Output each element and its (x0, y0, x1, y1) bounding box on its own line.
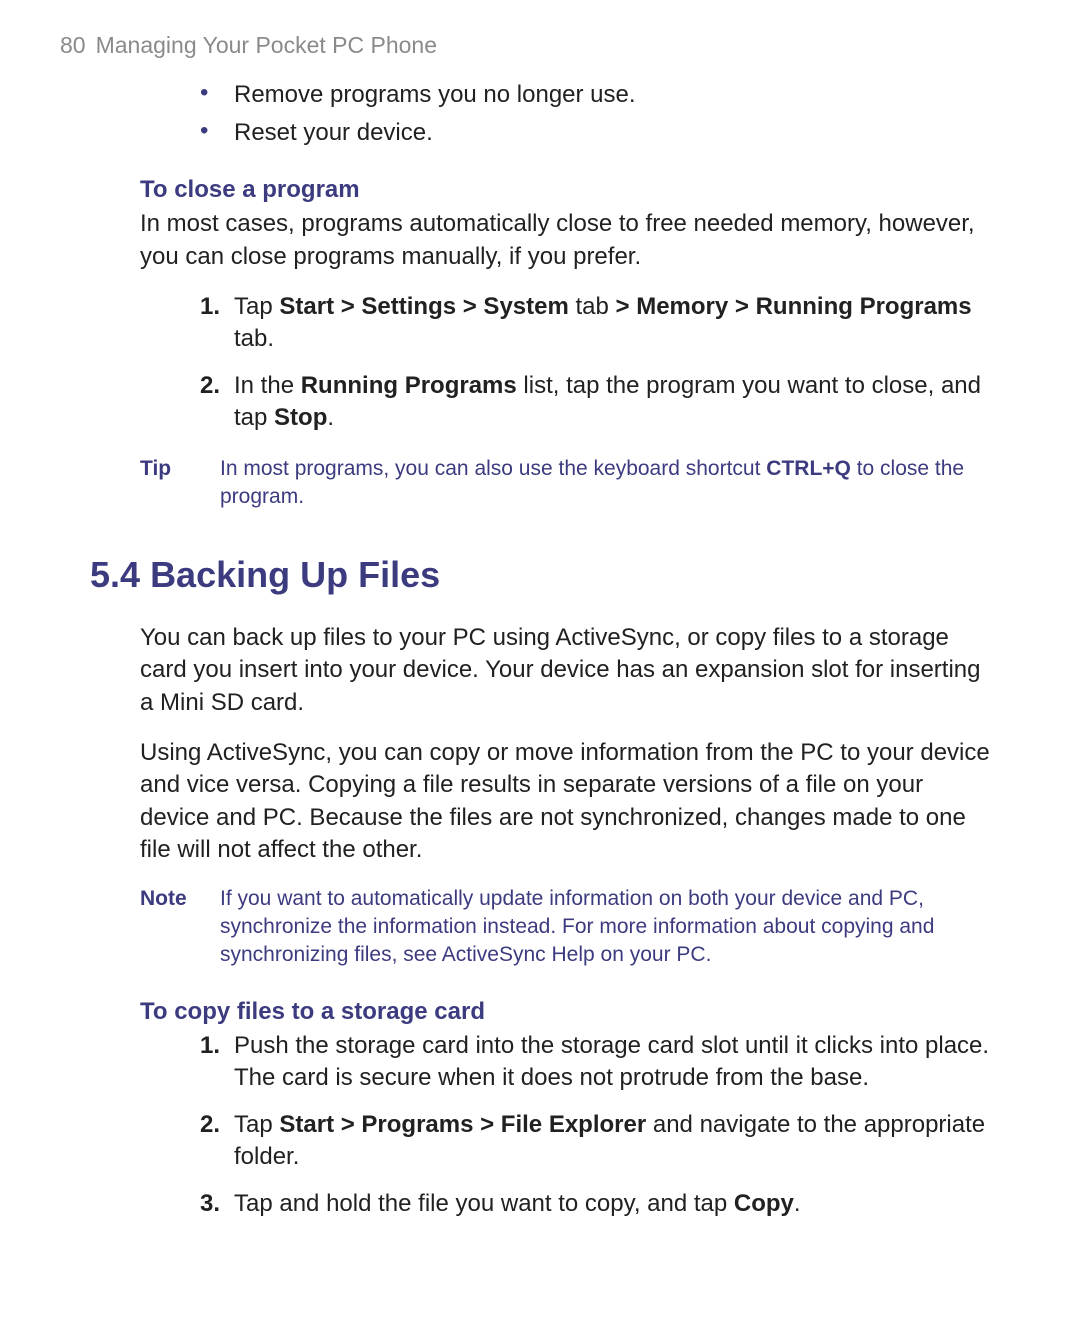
step-item: Tap Start > Programs > File Explorer and… (200, 1109, 990, 1174)
step-text: Push the storage card into the storage c… (234, 1032, 989, 1091)
step-bold: Stop (274, 404, 327, 431)
chapter-title: Managing Your Pocket PC Phone (96, 32, 437, 58)
subheading-close-program: To close a program (140, 174, 990, 206)
paragraph: In most cases, programs automatically cl… (140, 208, 990, 273)
step-text: tab (569, 293, 616, 320)
step-bold: Start > Programs > File Explorer (279, 1111, 646, 1138)
note-body: If you want to automatically update info… (220, 885, 990, 970)
tip-body: In most programs, you can also use the k… (220, 455, 990, 512)
steps-close-program: Tap Start > Settings > System tab > Memo… (140, 291, 990, 435)
step-text: . (327, 404, 334, 431)
step-bold: Copy (734, 1190, 794, 1217)
intro-bullet-list: Remove programs you no longer use. Reset… (140, 79, 990, 150)
list-item: Remove programs you no longer use. (200, 79, 990, 111)
content: Remove programs you no longer use. Reset… (140, 79, 990, 511)
paragraph: You can back up files to your PC using A… (140, 622, 990, 719)
step-bold: Running Programs (301, 372, 517, 399)
tip-callout: Tip In most programs, you can also use t… (140, 455, 990, 512)
step-text: Tap (234, 1111, 279, 1138)
step-bold: Start > Settings > System (279, 293, 568, 320)
tip-bold: CTRL+Q (766, 457, 851, 480)
page-header: 80 Managing Your Pocket PC Phone (60, 30, 1020, 61)
tip-text: In most programs, you can also use the k… (220, 457, 766, 480)
page-number: 80 (60, 32, 86, 58)
step-text: Tap and hold the file you want to copy, … (234, 1190, 734, 1217)
section-title: Backing Up Files (150, 554, 440, 595)
section-heading-5-4: 5.4 Backing Up Files (90, 551, 1020, 600)
step-text: . (794, 1190, 801, 1217)
step-text: In the (234, 372, 301, 399)
step-item: Tap Start > Settings > System tab > Memo… (200, 291, 990, 356)
section-content: You can back up files to your PC using A… (140, 622, 990, 1220)
note-callout: Note If you want to automatically update… (140, 885, 990, 970)
step-text: Tap (234, 293, 279, 320)
step-bold: > Memory > Running Programs (616, 293, 972, 320)
step-item: Push the storage card into the storage c… (200, 1030, 990, 1095)
steps-copy-card: Push the storage card into the storage c… (140, 1030, 990, 1220)
section-number: 5.4 (90, 554, 140, 595)
list-item: Reset your device. (200, 117, 990, 149)
step-text: tab. (234, 325, 274, 352)
note-label: Note (140, 885, 220, 970)
paragraph: Using ActiveSync, you can copy or move i… (140, 737, 990, 867)
step-item: In the Running Programs list, tap the pr… (200, 370, 990, 435)
step-item: Tap and hold the file you want to copy, … (200, 1188, 990, 1220)
subheading-copy-card: To copy files to a storage card (140, 996, 990, 1028)
tip-label: Tip (140, 455, 220, 512)
